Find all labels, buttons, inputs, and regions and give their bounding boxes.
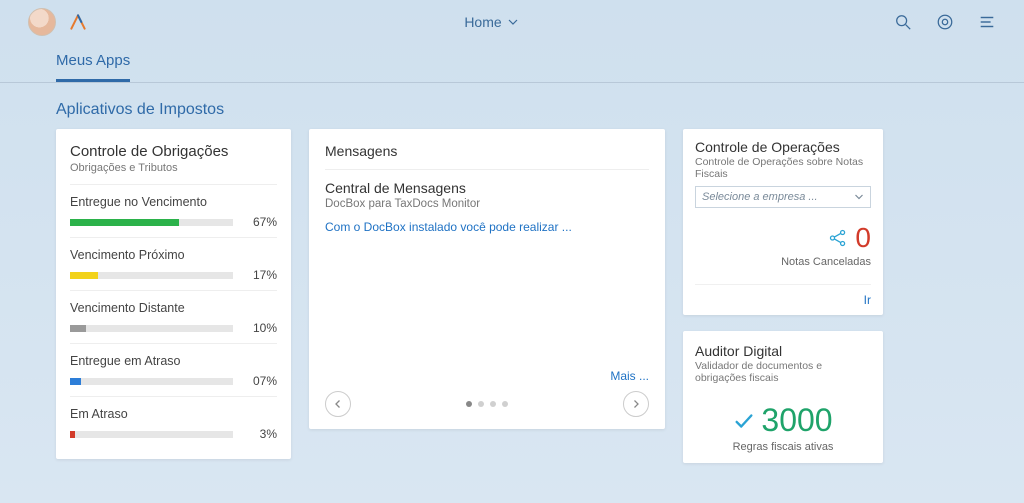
pager-next-button[interactable]: [623, 391, 649, 417]
card-operations-subtitle: Controle de Operações sobre Notas Fiscai…: [695, 156, 871, 180]
operations-count: 0: [855, 222, 871, 254]
obligation-label: Vencimento Distante: [70, 301, 277, 315]
obligation-pct: 67%: [243, 215, 277, 229]
card-messages: Mensagens Central de Mensagens DocBox pa…: [309, 129, 665, 429]
obligation-pct: 07%: [243, 374, 277, 388]
messages-pager: [325, 391, 649, 417]
obligation-metric: Em Atraso 3%: [70, 396, 277, 449]
pager-dot[interactable]: [490, 401, 496, 407]
chevron-left-icon: [333, 399, 343, 409]
check-icon: [733, 410, 755, 432]
operations-count-label: Notas Canceladas: [695, 256, 871, 268]
card-auditor-title: Auditor Digital: [695, 343, 871, 359]
obligation-label: Entregue em Atraso: [70, 354, 277, 368]
pager-dot[interactable]: [466, 401, 472, 407]
pager-prev-button[interactable]: [325, 391, 351, 417]
card-auditor-subtitle: Validador de documentos e obrigações fis…: [695, 360, 871, 384]
company-select[interactable]: Selecione a empresa ...: [695, 186, 871, 208]
obligation-pct: 10%: [243, 321, 277, 335]
company-select-placeholder: Selecione a empresa ...: [702, 191, 818, 203]
nav-home[interactable]: Home: [88, 14, 894, 30]
menu-icon[interactable]: [978, 13, 996, 31]
obligation-pct: 3%: [243, 427, 277, 441]
message-item-subtitle: DocBox para TaxDocs Monitor: [325, 198, 649, 210]
search-icon[interactable]: [894, 13, 912, 31]
app-logo: [68, 12, 88, 32]
activity-icon[interactable]: [936, 13, 954, 31]
obligation-bar: [70, 431, 233, 438]
obligation-metric: Vencimento Próximo 17%: [70, 237, 277, 290]
share-icon: [827, 227, 849, 249]
card-obligations-subtitle: Obrigações e Tributos: [70, 162, 277, 174]
chevron-down-icon: [854, 192, 864, 202]
card-messages-title: Mensagens: [325, 143, 649, 159]
card-operations: Controle de Operações Controle de Operaç…: [683, 129, 883, 315]
section-title: Aplicativos de Impostos: [0, 83, 1024, 129]
message-item-title: Central de Mensagens: [325, 180, 649, 196]
obligation-pct: 17%: [243, 268, 277, 282]
auditor-count-label: Regras fiscais ativas: [695, 441, 871, 453]
obligation-label: Vencimento Próximo: [70, 248, 277, 262]
chevron-right-icon: [631, 399, 641, 409]
obligation-bar: [70, 325, 233, 332]
obligation-label: Em Atraso: [70, 407, 277, 421]
obligation-bar: [70, 272, 233, 279]
nav-home-label: Home: [464, 14, 501, 30]
card-obligations: Controle de Obrigações Obrigações e Trib…: [56, 129, 291, 459]
messages-more-link[interactable]: Mais ...: [325, 369, 649, 383]
operations-go-link[interactable]: Ir: [695, 284, 871, 307]
pager-dots: [466, 401, 508, 407]
pager-dot[interactable]: [478, 401, 484, 407]
message-item-link[interactable]: Com o DocBox instalado você pode realiza…: [325, 220, 649, 234]
topbar: Home: [0, 0, 1024, 44]
card-auditor: Auditor Digital Validador de documentos …: [683, 331, 883, 463]
obligation-metric: Entregue em Atraso 07%: [70, 343, 277, 396]
obligation-bar: [70, 378, 233, 385]
avatar[interactable]: [28, 8, 56, 36]
tabs-bar: Meus Apps: [0, 44, 1024, 83]
chevron-down-icon: [508, 17, 518, 27]
card-operations-title: Controle de Operações: [695, 139, 871, 155]
obligation-bar: [70, 219, 233, 226]
obligation-metric: Vencimento Distante 10%: [70, 290, 277, 343]
pager-dot[interactable]: [502, 401, 508, 407]
obligation-metric: Entregue no Vencimento 67%: [70, 184, 277, 237]
obligation-label: Entregue no Vencimento: [70, 195, 277, 209]
auditor-count: 3000: [761, 402, 832, 439]
card-obligations-title: Controle de Obrigações: [70, 143, 277, 160]
tab-meus-apps[interactable]: Meus Apps: [56, 44, 130, 82]
